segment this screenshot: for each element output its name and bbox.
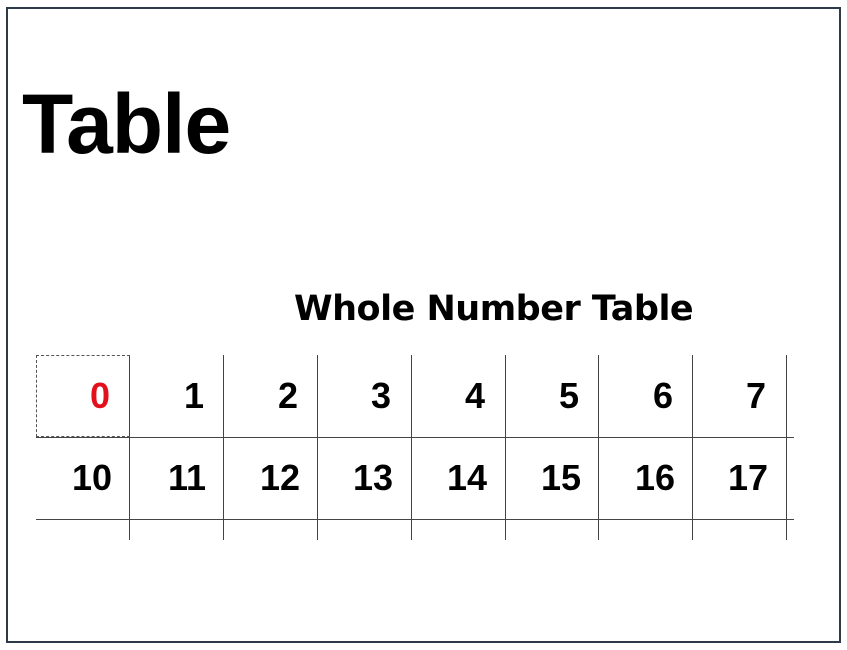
table-cell[interactable]: 12 [224, 437, 318, 519]
table-grid-line [786, 355, 787, 540]
table-cell[interactable]: 17 [692, 437, 786, 519]
table-cell[interactable]: 13 [317, 437, 411, 519]
whole-number-table: 0 1 2 3 4 5 6 7 10 11 12 13 14 15 16 17 [36, 355, 796, 540]
table-cell[interactable]: 10 [36, 437, 130, 519]
table-cell-selected[interactable]: 0 [36, 355, 130, 437]
table-cell[interactable]: 11 [130, 437, 224, 519]
table-cell[interactable]: 1 [130, 355, 224, 437]
table-cell[interactable]: 7 [692, 355, 786, 437]
table-cell[interactable]: 15 [505, 437, 599, 519]
table-caption: Whole Number Table [294, 289, 694, 329]
table-cell[interactable]: 3 [317, 355, 411, 437]
table-cell[interactable]: 16 [599, 437, 693, 519]
table-cell[interactable]: 6 [599, 355, 693, 437]
table-cell[interactable]: 2 [224, 355, 318, 437]
table-grid-line [36, 519, 794, 520]
table-cell[interactable]: 5 [505, 355, 599, 437]
table-cell[interactable]: 14 [411, 437, 505, 519]
table-cell[interactable]: 4 [411, 355, 505, 437]
page-title: Table [22, 77, 231, 171]
